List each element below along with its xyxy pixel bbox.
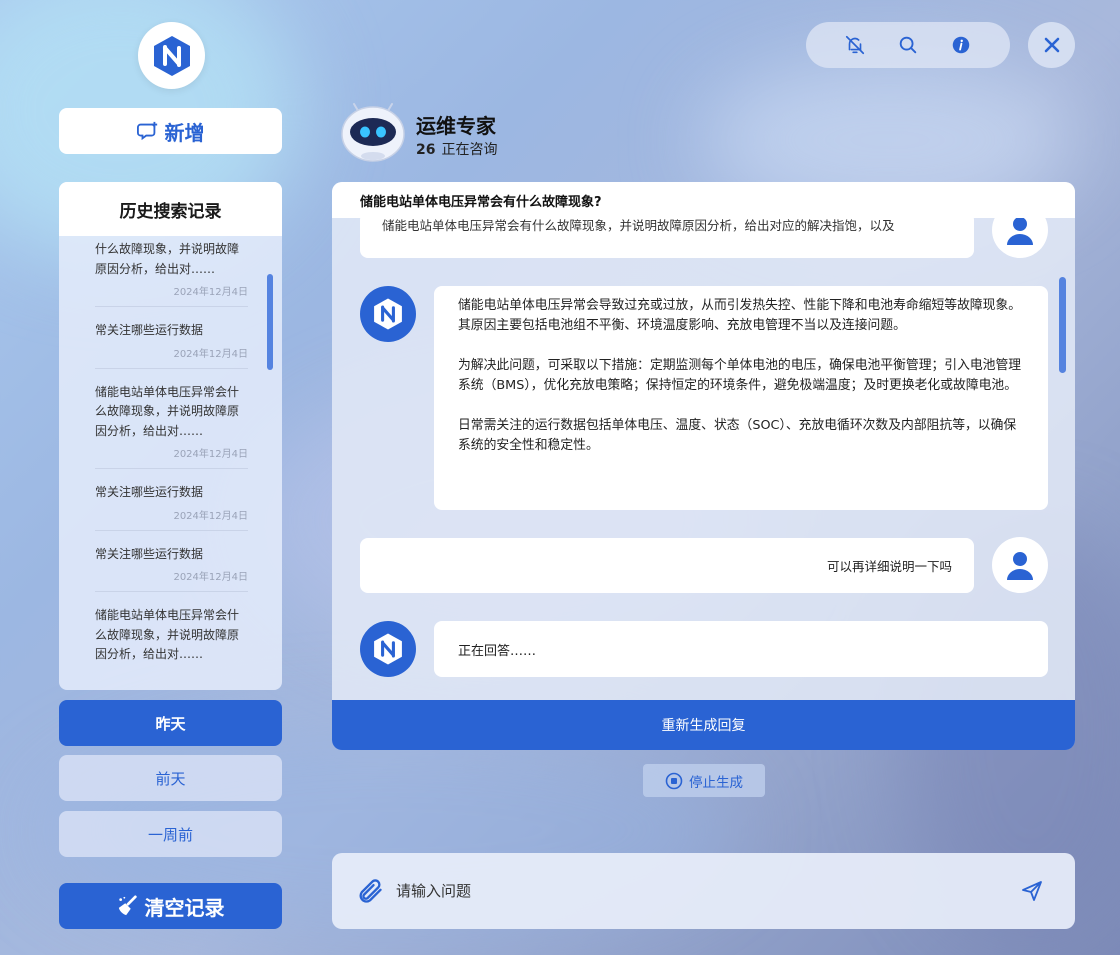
chat-title: 储能电站单体电压异常会有什么故障现象? [332,182,1075,218]
history-item-text: 储能电站单体电压异常会什么故障现象，并说明故障原因分析，给出对…… [95,608,240,661]
bot-message-paragraph: 储能电站单体电压异常会导致过充或过放，从而引发热失控、性能下降和电池寿命缩短等故… [458,298,1022,333]
history-item-date: 2024年12月4日 [173,572,248,583]
user-icon [1007,552,1033,580]
history-item[interactable]: 常关注哪些运行数据 2024年12月4日 [95,307,248,369]
hexagon-s-logo-icon [374,298,402,330]
bot-message-loading: 正在回答…… [434,621,1048,677]
agent-status-label: 正在咨询 [441,142,498,158]
bot-message: 储能电站单体电压异常会导致过充或过放，从而引发热失控、性能下降和电池寿命缩短等故… [434,286,1048,510]
chat-panel: 储能电站单体电压异常会有什么故障现象? 储能电站单体电压异常会有什么故障现象，并… [332,182,1075,750]
bot-avatar [360,286,416,342]
history-panel: 历史搜索记录 什么故障现象，并说明故障原因分析，给出对…… 2024年12月4日… [59,182,282,690]
bot-message-paragraph: 日常需关注的运行数据包括单体电压、温度、状态（SOC）、充放电循环次数及内部阻抗… [458,418,1017,453]
bot-avatar [360,621,416,677]
info-icon[interactable] [948,32,974,58]
bell-off-icon[interactable] [842,32,868,58]
history-title: 历史搜索记录 [59,182,282,236]
history-item-text: 储能电站单体电压异常会什么故障现象，并说明故障原因分析，给出对…… [95,384,240,438]
history-item-text: 常关注哪些运行数据 [95,485,204,499]
app-logo [138,22,205,89]
history-item[interactable]: 什么故障现象，并说明故障原因分析，给出对…… 2024年12月4日 [95,236,248,307]
new-chat-label: 新增 [164,120,205,145]
clear-history-label: 清空记录 [144,895,225,920]
add-chat-icon [136,121,157,141]
history-item-text: 常关注哪些运行数据 [95,323,204,337]
user-avatar [992,537,1048,593]
history-list[interactable]: 什么故障现象，并说明故障原因分析，给出对…… 2024年12月4日 常关注哪些运… [95,236,248,690]
bot-message-paragraph: 为解决此问题，可采取以下措施：定期监测每个单体电池的电压，确保电池平衡管理；引入… [458,358,1022,393]
stop-generating-button[interactable]: 停止生成 [643,764,765,797]
paperclip-icon[interactable] [356,877,384,905]
agent-status: 26 正在咨询 [416,139,497,159]
history-item[interactable]: 储能电站单体电压异常会什么故障现象，并说明故障原因分析，给出对…… [95,592,248,673]
user-message: 可以再详细说明一下吗 [360,538,974,593]
history-scrollbar[interactable] [267,274,273,370]
clear-history-button[interactable]: 清空记录 [59,883,282,929]
search-icon[interactable] [895,32,921,58]
history-item[interactable]: 常关注哪些运行数据 2024年12月4日 [95,469,248,531]
stop-icon [665,772,683,789]
history-item[interactable]: 储能电站单体电压异常会什么故障现象，并说明故障原因分析，给出对…… 2024年1… [95,369,248,469]
history-item-text: 什么故障现象，并说明故障原因分析，给出对…… [95,242,240,276]
close-button[interactable] [1028,22,1075,68]
robot-avatar-icon [341,103,405,162]
question-input[interactable] [396,875,996,907]
filter-yesterday-button[interactable]: 昨天 [59,700,282,746]
history-item-date: 2024年12月4日 [173,449,248,460]
history-item-date: 2024年12月4日 [173,287,248,298]
new-chat-button[interactable]: 新增 [59,108,282,154]
consult-count: 26 [416,142,436,158]
chat-scrollbar[interactable] [1059,277,1066,373]
top-toolbar [806,22,1010,68]
filter-week-ago-button[interactable]: 一周前 [59,811,282,857]
regenerate-button[interactable]: 重新生成回复 [332,700,1075,750]
history-item-date: 2024年12月4日 [173,510,248,522]
stop-generating-label: 停止生成 [689,774,743,791]
hexagon-s-logo-icon [374,633,402,665]
history-item[interactable]: 常关注哪些运行数据 2024年12月4日 [95,531,248,592]
history-item-date: 2024年12月4日 [173,348,248,360]
broom-icon [118,895,137,916]
question-input-bar [332,853,1075,929]
user-icon [1007,217,1033,245]
agent-name: 运维专家 [416,114,496,138]
close-icon [1044,37,1059,53]
history-item-text: 常关注哪些运行数据 [95,546,204,561]
hexagon-s-logo-icon [153,35,190,76]
send-icon[interactable] [1020,879,1044,903]
filter-day-before-button[interactable]: 前天 [59,755,282,801]
user-message: 储能电站单体电压异常会有什么故障现象，并说明故障原因分析，给出对应的解决指饱，以… [360,212,974,258]
